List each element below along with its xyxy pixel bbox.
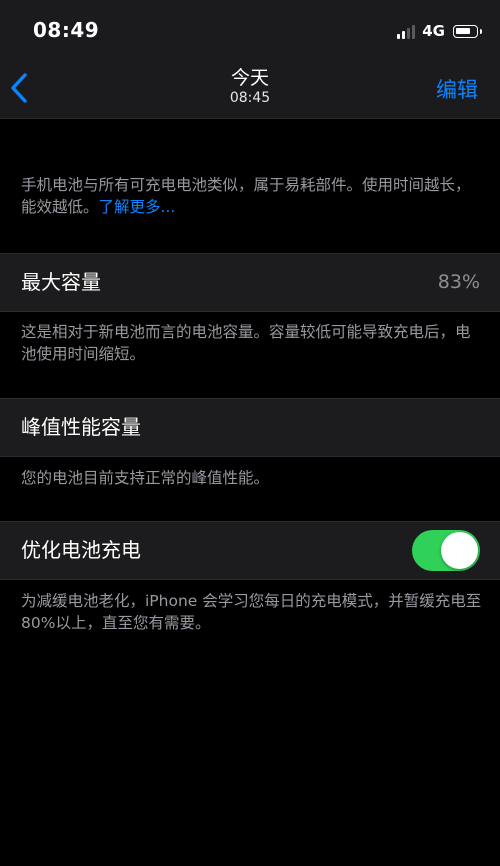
battery-tip xyxy=(479,29,482,34)
optimized-charging-toggle[interactable] xyxy=(412,530,480,571)
cellular-signal-icon xyxy=(397,24,416,39)
max-capacity-footer: 这是相对于新电池而言的电池容量。容量较低可能导致充电后，电池使用时间缩短。 xyxy=(21,323,471,363)
signal-bar xyxy=(397,33,401,39)
battery-level-fill xyxy=(456,27,470,34)
max-capacity-label: 最大容量 xyxy=(21,270,101,294)
page-title: 今天 xyxy=(230,67,269,89)
signal-bar xyxy=(402,30,406,39)
optimized-charging-label: 优化电池充电 xyxy=(21,538,141,562)
toggle-knob xyxy=(441,532,478,569)
intro-text: 手机电池与所有可充电电池类似，属于易耗部件。使用时间越长，能效越低。了解更多..… xyxy=(21,174,483,218)
status-time: 08:49 xyxy=(33,18,100,42)
battery-icon xyxy=(453,24,482,38)
peak-performance-row: 峰值性能容量 xyxy=(0,398,500,457)
max-capacity-value: 83% xyxy=(437,271,480,293)
peak-performance-label: 峰值性能容量 xyxy=(21,415,141,439)
battery-health-screen: 08:49 4G 今天 08:45 编辑 手机电池与所有可充电电池类似，属于易耗… xyxy=(0,0,500,866)
status-indicators: 4G xyxy=(397,20,482,42)
signal-bar xyxy=(412,24,416,39)
edit-button[interactable]: 编辑 xyxy=(436,74,478,104)
intro-description: 手机电池与所有可充电电池类似，属于易耗部件。使用时间越长，能效越低。 xyxy=(21,176,471,216)
optimized-charging-row: 优化电池充电 xyxy=(0,521,500,580)
network-type: 4G xyxy=(422,22,445,40)
navigation-header: 08:49 4G 今天 08:45 编辑 xyxy=(0,0,500,119)
optimized-charging-footer: 为减缓电池老化，iPhone 会学习您每日的充电模式，并暂缓充电至80%以上，直… xyxy=(21,592,482,632)
max-capacity-row: 最大容量 83% xyxy=(0,253,500,312)
page-subtitle: 08:45 xyxy=(229,90,271,106)
signal-bar xyxy=(407,27,411,39)
learn-more-link[interactable]: 了解更多... xyxy=(99,198,176,216)
peak-performance-footer: 您的电池目前支持正常的峰值性能。 xyxy=(21,469,270,487)
